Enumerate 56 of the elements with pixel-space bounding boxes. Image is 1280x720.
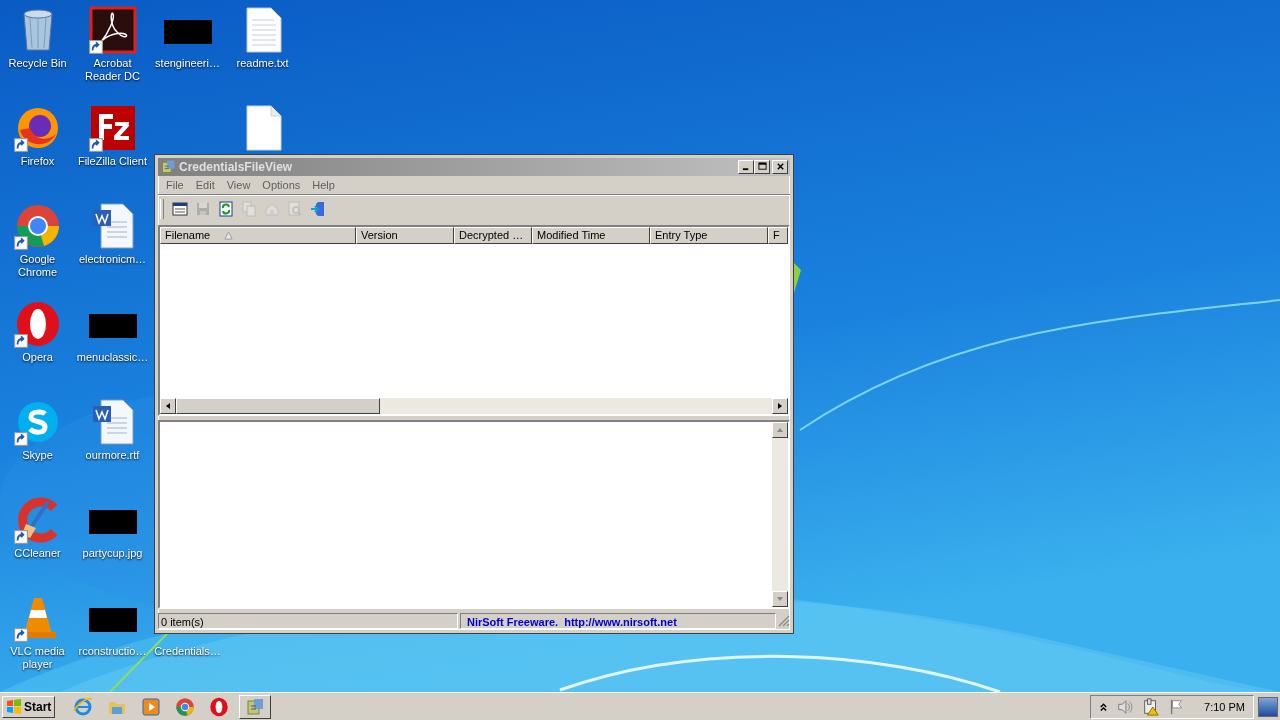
opera-icon[interactable] bbox=[209, 696, 230, 717]
column-header[interactable]: F bbox=[768, 226, 788, 244]
icon-label[interactable]: CCleaner bbox=[14, 547, 61, 560]
save-icon bbox=[195, 200, 211, 217]
status-link[interactable]: NirSoft Freeware. http://www.nirsoft.net bbox=[460, 613, 776, 630]
find-icon bbox=[287, 200, 303, 217]
icon-label[interactable]: stengineeri… bbox=[155, 57, 220, 70]
close-icon bbox=[775, 162, 785, 172]
status-text: 0 item(s) bbox=[158, 613, 458, 630]
column-header[interactable]: Version bbox=[356, 226, 454, 244]
resize-grip-icon bbox=[778, 615, 790, 628]
chevron-up-icon[interactable] bbox=[1099, 700, 1109, 713]
refresh-icon bbox=[218, 200, 234, 217]
icon-label[interactable]: ourmore.rtf bbox=[85, 449, 140, 462]
menu-item[interactable]: Edit bbox=[189, 179, 221, 192]
horizontal-scrollbar[interactable] bbox=[160, 397, 788, 414]
icon-label[interactable]: electronicm… bbox=[78, 253, 147, 266]
internet-explorer-icon[interactable] bbox=[73, 696, 94, 717]
vertical-scrollbar[interactable] bbox=[772, 421, 788, 608]
icon-label[interactable]: Opera bbox=[22, 351, 53, 364]
icon-label[interactable]: menuclassic… bbox=[76, 351, 149, 364]
column-header[interactable]: Modified Time bbox=[532, 226, 650, 244]
icon-label[interactable]: Recycle Bin bbox=[8, 57, 67, 70]
icon-label[interactable]: Skype bbox=[22, 449, 53, 462]
right-arrow-icon[interactable] bbox=[776, 401, 784, 410]
icon-label[interactable]: readme.txt bbox=[236, 57, 289, 70]
exit-icon bbox=[310, 200, 326, 217]
icon-label[interactable]: Acrobat Reader DC bbox=[75, 57, 150, 83]
speaker-icon[interactable] bbox=[1116, 697, 1135, 716]
taskbar-button[interactable] bbox=[239, 694, 272, 719]
menu-item[interactable]: View bbox=[220, 179, 257, 192]
network-warning-icon[interactable] bbox=[1142, 697, 1161, 716]
clock[interactable]: 7:10 PM bbox=[1204, 700, 1245, 713]
copy-icon bbox=[241, 200, 257, 217]
menu-item[interactable]: Help bbox=[306, 179, 341, 192]
app-icon bbox=[160, 158, 176, 175]
icon-label[interactable]: partycup.jpg bbox=[82, 547, 143, 560]
app-icon bbox=[245, 696, 266, 717]
chrome-icon[interactable] bbox=[175, 696, 196, 717]
column-header[interactable]: Decrypted … bbox=[454, 226, 532, 244]
show-desktop-button[interactable] bbox=[1258, 696, 1278, 717]
maximize-icon bbox=[757, 162, 767, 172]
icon-label[interactable]: Google Chrome bbox=[0, 253, 75, 279]
menu-item[interactable]: File bbox=[160, 179, 190, 192]
column-header[interactable]: Filename bbox=[160, 226, 356, 244]
start-button[interactable]: Start bbox=[2, 695, 56, 718]
window-title: CredentialsFileView bbox=[179, 159, 293, 174]
icon-label[interactable]: Firefox bbox=[20, 155, 55, 168]
left-arrow-icon[interactable] bbox=[164, 401, 172, 410]
play-icon[interactable] bbox=[141, 696, 162, 717]
menu-item[interactable]: Options bbox=[256, 179, 307, 192]
window-icon bbox=[172, 200, 188, 217]
start-logo-icon bbox=[6, 698, 22, 715]
icon-label[interactable]: FileZilla Client bbox=[77, 155, 148, 168]
icon-label[interactable]: VLC media player bbox=[0, 645, 75, 671]
column-header[interactable]: Entry Type bbox=[650, 226, 768, 244]
